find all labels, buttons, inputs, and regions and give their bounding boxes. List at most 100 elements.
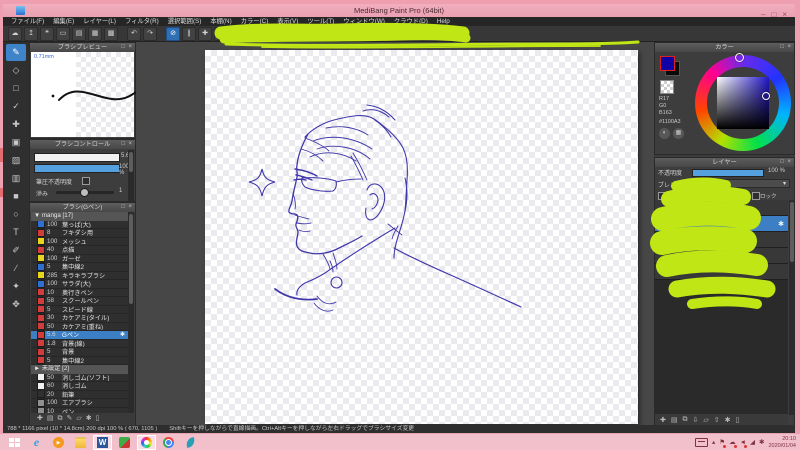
close-panel-icon[interactable]: ×: [128, 140, 132, 149]
redo-icon[interactable]: ↷: [143, 26, 157, 41]
brush-list-item[interactable]: 58 スクールペン: [31, 297, 128, 306]
snap-cross-icon[interactable]: ✚: [198, 26, 212, 41]
brush-list-item[interactable]: 1.8 背景(線): [31, 339, 128, 348]
menu-item[interactable]: ツール(T): [307, 17, 334, 26]
brush-config-icon[interactable]: ✱: [86, 414, 92, 424]
bucket-tool[interactable]: ▨: [6, 152, 26, 169]
layer-row[interactable]: [655, 232, 788, 248]
title-bar[interactable]: MediBang Paint Pro (64bit) – □ ×: [3, 4, 795, 19]
brush-list-item[interactable]: 30 カケアミ(タイル): [31, 314, 128, 323]
brush-list-item[interactable]: 20 鉛筆: [31, 390, 128, 399]
menu-item[interactable]: レイヤー(L): [83, 17, 116, 26]
brush-list-item[interactable]: 285 キラキラブラシ: [31, 271, 128, 280]
hue-marker[interactable]: [735, 53, 744, 62]
edit-brush-icon[interactable]: ✎: [67, 414, 73, 424]
snap-off-icon[interactable]: ⊘: [166, 26, 180, 41]
pressure-opacity-checkbox[interactable]: [82, 177, 90, 185]
gradient-tool[interactable]: ▥: [6, 170, 26, 187]
eraser-tool[interactable]: ◇: [6, 62, 26, 79]
bleed-slider-knob[interactable]: [80, 188, 89, 197]
keyboard-icon[interactable]: [694, 438, 708, 447]
grid-icon[interactable]: ▦: [88, 26, 102, 41]
brush-folder-icon[interactable]: ▱: [76, 414, 81, 424]
clipping-checkbox[interactable]: [706, 192, 714, 200]
close-panel-icon[interactable]: ×: [128, 43, 132, 52]
menu-item[interactable]: ファイル(F): [11, 17, 44, 26]
brush-list-item[interactable]: 5 集中線2: [31, 263, 128, 272]
layer-config-icon[interactable]: ✱: [725, 416, 731, 424]
brush-list-item[interactable]: 100 エアブラシ: [31, 399, 128, 408]
pen-tool[interactable]: ∕: [6, 260, 26, 277]
explorer-icon[interactable]: [71, 435, 90, 450]
text-tool[interactable]: T: [6, 224, 26, 241]
material-icon[interactable]: ▩: [104, 26, 118, 41]
hand-tool[interactable]: ✥: [6, 296, 26, 313]
new-brush-icon[interactable]: ▤: [47, 414, 54, 424]
duplicate-layer-icon[interactable]: ⧉: [683, 416, 688, 424]
layer-opacity-slider[interactable]: [692, 169, 764, 177]
magic-wand-tool[interactable]: ✓: [6, 98, 26, 115]
brush-list-item[interactable]: 100 ガーゼ: [31, 254, 128, 263]
comment-icon[interactable]: ❝: [40, 26, 54, 41]
menu-item[interactable]: クラウド(D): [394, 17, 428, 26]
menu-item[interactable]: フィルタ(R): [125, 17, 159, 26]
direct-edit-button[interactable]: 直接編集: [421, 27, 456, 40]
float-panel-icon[interactable]: □: [121, 43, 125, 52]
action-center-icon[interactable]: ⚑: [719, 438, 726, 448]
pen-app-icon[interactable]: [181, 435, 200, 450]
word-icon[interactable]: W: [93, 435, 112, 450]
brush-list-item[interactable]: 100 葉っぱ(大): [31, 220, 128, 229]
menu-item[interactable]: カラー(C): [241, 17, 269, 26]
add-layer-icon[interactable]: ✚: [660, 416, 666, 424]
volume-icon[interactable]: ◄: [740, 438, 748, 448]
brush-folder-open[interactable]: ▼ manga [17]: [31, 212, 128, 221]
select-tool[interactable]: □: [6, 80, 26, 97]
float-panel-icon[interactable]: □: [780, 43, 784, 52]
layer-list-scrollbar[interactable]: [789, 200, 795, 415]
brush-list-item[interactable]: 100 サラダ(大): [31, 280, 128, 289]
delete-brush-icon[interactable]: ▯: [96, 414, 100, 424]
brush-list-item[interactable]: 10 奥行きペン: [31, 288, 128, 297]
brush-list-item[interactable]: 50 消しゴム(ソフト): [31, 373, 128, 382]
menu-item[interactable]: 本棚(N): [210, 17, 231, 26]
menu-item[interactable]: 表示(V): [277, 17, 298, 26]
lasso-tool[interactable]: ○: [6, 206, 26, 223]
snap-vanish-icon[interactable]: ◢: [214, 26, 228, 41]
menu-item[interactable]: Help: [437, 17, 450, 26]
color-palette-button[interactable]: ▦: [673, 128, 684, 139]
menu-item[interactable]: ウィンドウ(W): [343, 17, 385, 26]
brush-list-item[interactable]: 60 消しゴム: [31, 382, 128, 391]
brush-settings-gear-icon[interactable]: ✱: [120, 331, 125, 338]
move-tool[interactable]: ✚: [6, 116, 26, 133]
settings-icon[interactable]: ✱: [759, 438, 764, 448]
close-panel-icon[interactable]: ×: [787, 43, 791, 52]
brush-tool[interactable]: ✎: [6, 44, 26, 61]
menu-item[interactable]: 選択範囲(S): [168, 17, 202, 26]
layer-row[interactable]: [655, 264, 788, 280]
layer-row[interactable]: [655, 200, 788, 216]
brush-size-slider[interactable]: [34, 153, 120, 162]
snap-parallel-icon[interactable]: ∥: [182, 26, 196, 41]
select-pen-tool[interactable]: ✐: [6, 242, 26, 259]
foreground-color-swatch[interactable]: [660, 56, 675, 71]
lock-checkbox[interactable]: [752, 192, 760, 200]
sv-marker[interactable]: [762, 92, 770, 100]
cloud-icon[interactable]: ☁: [8, 26, 22, 41]
correction-combobox[interactable]: ▾: [331, 27, 396, 40]
brush-list-scrollbar[interactable]: [128, 212, 134, 415]
snap-circle-icon[interactable]: ◎: [246, 26, 260, 41]
tray-expand-icon[interactable]: ▴: [712, 438, 715, 448]
merge-layer-icon[interactable]: ⇩: [693, 416, 699, 424]
start-button[interactable]: [5, 435, 24, 450]
duplicate-brush-icon[interactable]: ⧉: [58, 414, 63, 424]
canvas[interactable]: [205, 50, 638, 424]
brush-list-item[interactable]: 50 カケアミ(重ね): [31, 322, 128, 331]
snap-radial-icon[interactable]: ✳: [230, 26, 244, 41]
brush-list-item[interactable]: 5 背景: [31, 348, 128, 357]
brush-list-item[interactable]: 5 集中線2: [31, 356, 128, 365]
shape-tool[interactable]: ■: [6, 188, 26, 205]
brush-folder-closed[interactable]: ► 未設定 [2]: [31, 365, 128, 374]
delete-layer-icon[interactable]: ▯: [736, 416, 740, 424]
brush-opacity-slider[interactable]: [34, 164, 120, 173]
medibang-icon[interactable]: [137, 435, 156, 450]
